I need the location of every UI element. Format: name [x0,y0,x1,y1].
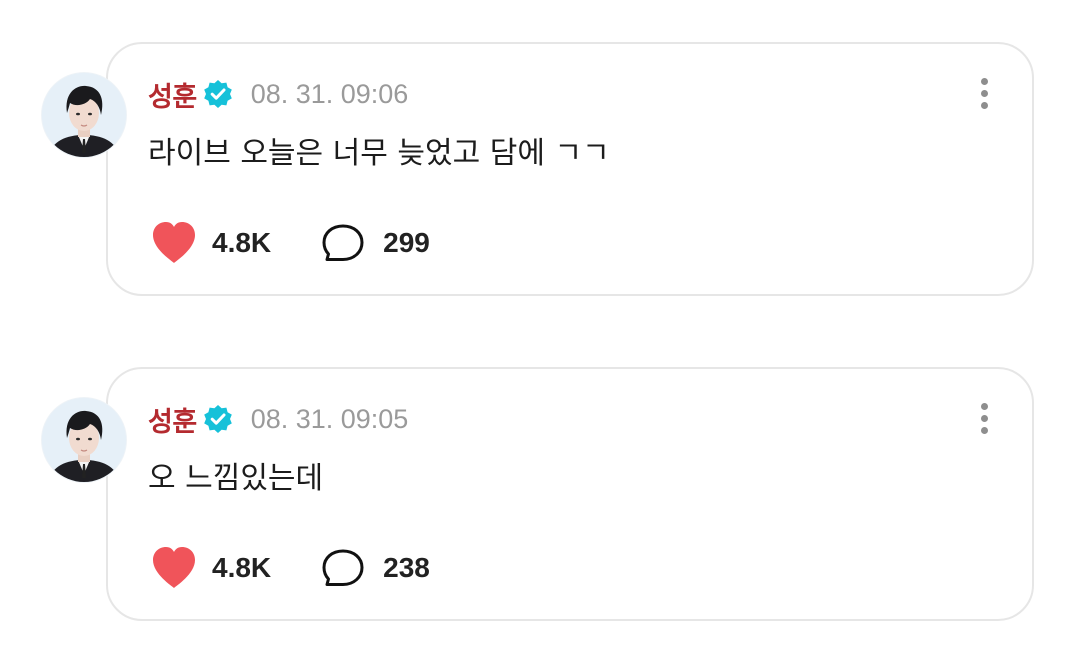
post-feed: 성훈 08. 31. 09:06 라이브 오늘은 너무 늦었고 담에 ㄱㄱ 4.… [0,0,1080,654]
post-timestamp: 08. 31. 09:05 [250,403,409,434]
like-count: 4.8K [212,227,272,258]
author-name[interactable]: 성훈 [148,400,197,439]
avatar-portrait [42,398,126,482]
post-text: 라이브 오늘은 너무 늦었고 담에 ㄱㄱ [148,136,610,171]
like-button[interactable]: 4.8K [150,221,271,265]
avatar[interactable] [42,398,126,482]
post: 성훈 08. 31. 09:05 오 느낌있는데 4.8K 238 [0,365,1080,627]
post-header: 성훈 08. 31. 09:06 [148,74,408,114]
post: 성훈 08. 31. 09:06 라이브 오늘은 너무 늦었고 담에 ㄱㄱ 4.… [0,40,1080,302]
post-actions: 4.8K 299 [150,220,430,266]
post-header: 성훈 08. 31. 09:05 [148,399,408,439]
like-button[interactable]: 4.8K [150,546,271,590]
reply-button[interactable]: 238 [321,548,430,588]
more-vertical-icon[interactable] [972,401,996,439]
reply-button[interactable]: 299 [321,223,430,263]
avatar[interactable] [42,73,126,157]
verified-badge-icon [203,79,233,109]
reply-count: 299 [383,227,430,258]
heart-icon [153,222,195,263]
speech-bubble-icon [322,549,364,586]
avatar-portrait [42,73,126,157]
more-vertical-icon[interactable] [972,76,996,114]
post-actions: 4.8K 238 [150,545,430,591]
heart-icon [153,547,195,588]
like-count: 4.8K [212,552,272,583]
verified-badge-icon [203,404,233,434]
speech-bubble-icon [322,224,364,261]
post-timestamp: 08. 31. 09:06 [250,78,409,109]
post-text: 오 느낌있는데 [148,461,324,496]
reply-count: 238 [383,552,430,583]
author-name[interactable]: 성훈 [148,75,197,114]
